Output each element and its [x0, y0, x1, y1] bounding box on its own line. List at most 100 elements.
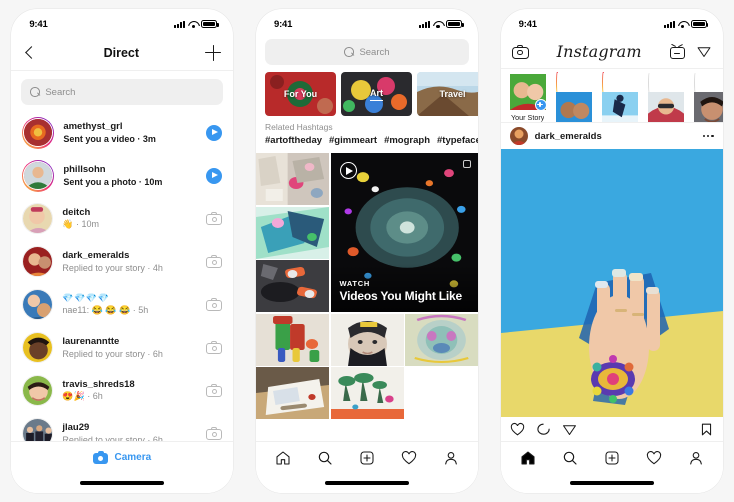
- phone-explore: 9:41 Search For You Art Travel Related Has…: [244, 0, 490, 502]
- chevron-left-icon[interactable]: [23, 46, 37, 60]
- explore-category-row[interactable]: For You Art Travel: [256, 72, 478, 116]
- avatar[interactable]: [22, 116, 55, 149]
- tab-profile[interactable]: [688, 450, 704, 466]
- camera-icon[interactable]: [206, 427, 223, 440]
- bookmark-icon[interactable]: [699, 422, 714, 437]
- thread-row[interactable]: travis_shreds18 😍🎉 · 6h: [11, 369, 233, 412]
- status-indicators: [419, 20, 464, 29]
- plus-icon[interactable]: [205, 44, 222, 61]
- story-avatar-wrap[interactable]: [509, 74, 547, 111]
- story-item[interactable]: heyach: [693, 72, 723, 122]
- hashtag-row[interactable]: #artoftheday#gimmeart#mograph#typeface#a…: [256, 135, 478, 153]
- story-item[interactable]: noelle_kim: [555, 72, 593, 122]
- post-username[interactable]: dark_emeralds: [535, 131, 696, 142]
- camera-icon[interactable]: [206, 384, 223, 397]
- avatar[interactable]: [22, 418, 54, 441]
- camera-icon[interactable]: [206, 341, 223, 354]
- paper-plane-icon[interactable]: [696, 44, 712, 59]
- thread-username: deitch: [62, 206, 91, 218]
- thread-emoji-line: 💎💎💎💎: [62, 292, 110, 303]
- grid-tile[interactable]: [256, 313, 329, 366]
- explore-grid[interactable]: WATCH Videos You Might Like: [256, 153, 478, 441]
- explore-category-label: Travel: [439, 88, 466, 99]
- search-input[interactable]: Search: [265, 39, 469, 65]
- tab-create[interactable]: [604, 450, 620, 466]
- paper-plane-icon[interactable]: [562, 422, 577, 437]
- grid-tile[interactable]: [330, 313, 404, 366]
- heart-icon[interactable]: [510, 422, 525, 437]
- post-image[interactable]: [500, 149, 723, 417]
- play-button[interactable]: [206, 124, 223, 141]
- grid-tile[interactable]: [405, 313, 478, 366]
- thread-row[interactable]: laurenanntte Replied to your story · 6h: [11, 326, 233, 369]
- story-avatar-wrap[interactable]: [693, 72, 723, 122]
- featured-tile-overlay: WATCH Videos You Might Like: [340, 279, 463, 303]
- hashtag-chip[interactable]: #artoftheday: [265, 135, 322, 146]
- tab-home[interactable]: [275, 450, 291, 466]
- featured-video-tile[interactable]: WATCH Videos You Might Like: [330, 153, 478, 312]
- featured-tile-title: Videos You Might Like: [339, 289, 463, 303]
- explore-category-label: Art: [370, 88, 383, 101]
- tab-home[interactable]: [520, 450, 536, 466]
- thread-row[interactable]: amethyst_grl Sent you a video · 3m: [11, 111, 233, 154]
- play-button[interactable]: [206, 167, 223, 184]
- thread-row[interactable]: 💎💎💎💎 nae11: 😂 😂 😂 · 5h: [11, 283, 233, 326]
- comment-icon[interactable]: [536, 422, 551, 437]
- tab-bar[interactable]: [500, 441, 723, 473]
- camera-icon[interactable]: [206, 298, 223, 311]
- feed-header-actions: [669, 43, 712, 59]
- search-input[interactable]: Search: [21, 79, 224, 105]
- status-time: 9:41: [29, 18, 48, 30]
- search-placeholder: Search: [359, 46, 390, 58]
- hashtag-chip[interactable]: #typeface: [437, 135, 478, 146]
- avatar[interactable]: [22, 289, 54, 320]
- tab-bar[interactable]: [256, 441, 478, 473]
- camera-icon[interactable]: [206, 212, 223, 225]
- story-item[interactable]: Your Story: [509, 74, 547, 122]
- tab-activity[interactable]: [401, 450, 417, 466]
- avatar[interactable]: [22, 332, 54, 363]
- avatar[interactable]: [22, 375, 54, 406]
- explore-category[interactable]: Art: [341, 72, 412, 116]
- igtv-icon[interactable]: [669, 43, 685, 59]
- thread-row[interactable]: phillsohn Sent you a photo · 10m: [11, 154, 233, 197]
- grid-tile[interactable]: [256, 260, 329, 312]
- grid-tile[interactable]: [330, 367, 404, 419]
- grid-tile[interactable]: [256, 153, 329, 205]
- avatar[interactable]: [22, 159, 55, 192]
- thread-preview: Sent you a video · 3m: [63, 133, 156, 144]
- camera-footer-button[interactable]: Camera: [11, 441, 234, 473]
- thread-row[interactable]: jlau29 Replied to your story · 6h: [11, 412, 233, 441]
- thread-text: deitch 👋 · 10m: [62, 207, 197, 231]
- add-story-button[interactable]: [534, 99, 547, 111]
- instagram-logo: Instagram: [556, 42, 642, 61]
- grid-tile[interactable]: [256, 206, 329, 259]
- hashtag-chip[interactable]: #gimmeart: [329, 135, 377, 146]
- tab-search[interactable]: [562, 450, 578, 466]
- camera-icon[interactable]: [511, 44, 529, 59]
- avatar[interactable]: [22, 246, 54, 277]
- avatar[interactable]: [22, 203, 54, 234]
- story-avatar-wrap[interactable]: [555, 72, 592, 122]
- stories-tray[interactable]: Your Story noelle_kimchrisrobinpdantoffey…: [500, 69, 723, 123]
- tab-create[interactable]: [359, 450, 375, 466]
- more-options-icon[interactable]: [703, 134, 714, 138]
- camera-icon[interactable]: [206, 255, 223, 268]
- story-avatar-wrap[interactable]: [647, 72, 684, 122]
- grid-tile[interactable]: [256, 367, 329, 419]
- story-avatar-wrap[interactable]: [601, 72, 638, 122]
- tab-activity[interactable]: [646, 450, 662, 466]
- tab-profile[interactable]: [443, 450, 459, 466]
- tab-search[interactable]: [317, 450, 333, 466]
- hashtag-chip[interactable]: #mograph: [384, 135, 430, 146]
- cellular-bars-icon: [419, 20, 430, 28]
- story-item[interactable]: dantoffey: [647, 72, 685, 122]
- thread-username: travis_shreds18: [62, 378, 135, 390]
- avatar[interactable]: [509, 127, 528, 145]
- explore-category[interactable]: For You: [265, 72, 336, 116]
- story-item[interactable]: chrisrobinp: [601, 72, 639, 122]
- thread-row[interactable]: dark_emeralds Replied to your story · 4h: [11, 240, 233, 283]
- explore-category[interactable]: Travel: [417, 72, 478, 116]
- direct-thread-list[interactable]: amethyst_grl Sent you a video · 3m phillso…: [11, 111, 234, 441]
- thread-row[interactable]: deitch 👋 · 10m: [11, 197, 233, 240]
